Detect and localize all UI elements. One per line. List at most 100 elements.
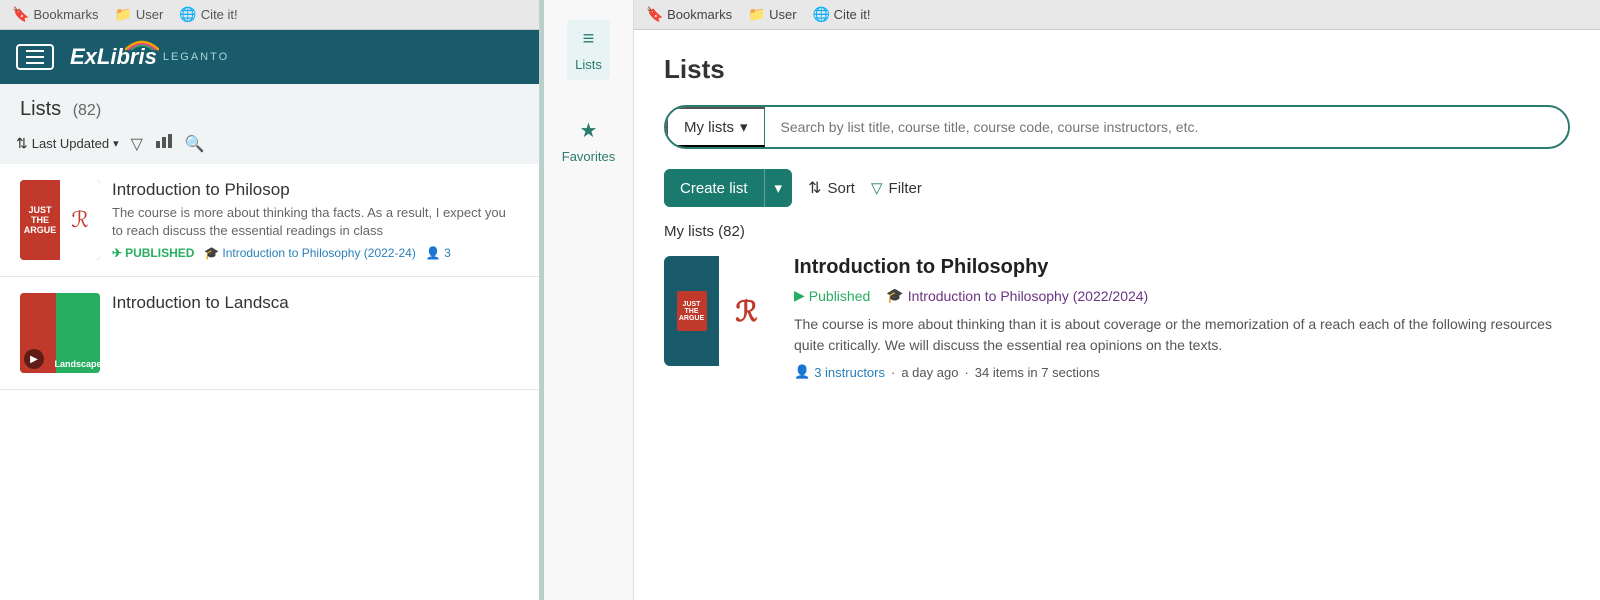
item-title-1: Introduction to Philosop (112, 180, 519, 200)
favorites-nav-icon: ★ (580, 118, 598, 143)
search-input[interactable] (765, 119, 1568, 135)
thumb-symbol: ℛ (71, 207, 89, 233)
list-item-2[interactable]: Landscape ▶ Introduction to Landsca (0, 277, 539, 390)
bookmark-icon-right: 🔖 (646, 6, 663, 22)
cite-left[interactable]: 🌐 Cite it! (179, 6, 237, 23)
my-lists-count-label: My lists (82) (664, 223, 1570, 240)
sort-chevron-icon: ▾ (113, 137, 119, 150)
meta-dot-1: · (891, 365, 895, 380)
globe-icon-right: 🌐 (813, 6, 830, 22)
item-content-2: Introduction to Landsca (112, 293, 519, 373)
filter-button-left[interactable]: ▽ (131, 134, 143, 154)
card-time: a day ago (901, 365, 958, 380)
item-meta-1: ✈ PUBLISHED 🎓 Introduction to Philosophy… (112, 246, 519, 260)
search-button-left[interactable]: 🔍 (185, 134, 205, 154)
instructors-icon: 👤 (794, 364, 810, 380)
left-lists-count: (82) (73, 102, 101, 119)
panel-divider (540, 0, 544, 600)
item-content-1: Introduction to Philosop The course is m… (112, 180, 519, 260)
graduation-icon-right: 🎓 (886, 287, 903, 304)
left-header: Ex Libris LEGANTO (0, 30, 539, 84)
bookmarks-label-left: Bookmarks (33, 7, 98, 22)
logo-ex: Ex (70, 44, 97, 70)
hamburger-line-3 (26, 62, 44, 64)
create-list-button[interactable]: Create list ▾ (664, 169, 792, 207)
users-badge-1: 👤 3 (426, 246, 451, 260)
cite-right[interactable]: 🌐 Cite it! (813, 6, 871, 23)
card-title: Introduction to Philosophy (794, 256, 1570, 279)
left-list-items: JUST THE ARGUE ℛ Introduction to Philoso… (0, 164, 539, 600)
thumb-text: JUST THE ARGUE (20, 203, 60, 237)
bookmarks-label-right: Bookmarks (667, 7, 732, 22)
page-title: Lists (664, 54, 1570, 85)
card-thumb-inner: JUST THE ARGUE ℛ (664, 256, 774, 366)
users-icon-1: 👤 (426, 246, 441, 260)
card-thumb-left: JUST THE ARGUE (664, 256, 719, 366)
sort-arrows-icon: ⇅ (16, 135, 28, 152)
meta-dot-2: · (964, 365, 968, 380)
filter-funnel-icon: ▽ (871, 179, 883, 197)
create-list-label: Create list (664, 170, 764, 207)
action-row: Create list ▾ ⇅ Sort ▽ Filter (664, 169, 1570, 207)
sort-button-left[interactable]: ⇅ Last Updated ▾ (16, 135, 119, 152)
user-icon-left: 📁 (114, 6, 131, 23)
hamburger-button[interactable] (16, 44, 54, 70)
bookmarks-right[interactable]: 🔖 Bookmarks (646, 6, 732, 23)
published-icon: ✈ (112, 246, 122, 260)
published-badge-right: ▶ Published (794, 287, 870, 304)
hamburger-line-2 (26, 56, 44, 58)
list-card: JUST THE ARGUE ℛ Introduction to Philoso… (664, 256, 1570, 396)
instructors-count[interactable]: 👤 3 instructors (794, 364, 885, 380)
course-name-1: Introduction to Philosophy (2022-24) (222, 246, 415, 260)
user-label-right: User (769, 7, 796, 22)
nav-item-lists[interactable]: ≡ Lists (567, 20, 610, 80)
bookmarks-left[interactable]: 🔖 Bookmarks (12, 6, 98, 23)
published-label-right: Published (809, 288, 871, 304)
course-name-right: Introduction to Philosophy (2022/2024) (908, 288, 1149, 304)
left-lists-title: Lists (20, 98, 61, 120)
dropdown-chevron-icon: ▾ (740, 118, 748, 136)
globe-icon-left: 🌐 (179, 6, 196, 23)
course-link-1[interactable]: 🎓 Introduction to Philosophy (2022-24) (204, 246, 415, 260)
right-panel: 🔖 Bookmarks 📁 User 🌐 Cite it! Lists My l… (634, 0, 1600, 600)
thumb-land-text: Landscape (54, 359, 100, 369)
published-arrow-icon: ▶ (794, 287, 805, 304)
logo-rainbow-arc (125, 38, 159, 52)
user-left[interactable]: 📁 User (114, 6, 163, 23)
phil-symbol: ℛ (735, 295, 757, 328)
item-title-2: Introduction to Landsca (112, 293, 519, 313)
user-icon-right: 📁 (748, 6, 765, 22)
card-book-cover: JUST THE ARGUE (677, 291, 707, 331)
published-badge-1: ✈ PUBLISHED (112, 246, 194, 260)
instructors-label: 3 instructors (814, 365, 885, 380)
hamburger-line-1 (26, 50, 44, 52)
course-badge-right[interactable]: 🎓 Introduction to Philosophy (2022/2024) (886, 287, 1148, 304)
my-lists-dropdown[interactable]: My lists ▾ (666, 107, 765, 147)
lists-nav-icon: ≡ (583, 28, 595, 51)
cite-label-right: Cite it! (834, 7, 871, 22)
card-items-count: 34 items in 7 sections (975, 365, 1100, 380)
filter-label-right: Filter (889, 180, 922, 197)
published-label-1: PUBLISHED (125, 246, 194, 260)
user-label-left: User (136, 7, 163, 22)
card-thumbnail: JUST THE ARGUE ℛ (664, 256, 774, 366)
create-list-chevron-icon[interactable]: ▾ (764, 169, 793, 207)
filter-button-right[interactable]: ▽ Filter (871, 179, 922, 197)
right-content: Lists My lists ▾ Create list ▾ ⇅ Sort ▽ … (634, 30, 1600, 600)
my-lists-dropdown-label: My lists (684, 119, 734, 136)
chart-button-left[interactable] (155, 133, 173, 154)
item-thumbnail-1: JUST THE ARGUE ℛ (20, 180, 100, 260)
item-desc-1: The course is more about thinking tha fa… (112, 204, 519, 240)
left-sort-bar: ⇅ Last Updated ▾ ▽ 🔍 (0, 127, 539, 164)
card-meta: 👤 3 instructors · a day ago · 34 items i… (794, 364, 1570, 380)
cite-label-left: Cite it! (201, 7, 238, 22)
nav-item-favorites[interactable]: ★ Favorites (554, 110, 623, 172)
list-item[interactable]: JUST THE ARGUE ℛ Introduction to Philoso… (0, 164, 539, 277)
sort-button-right[interactable]: ⇅ Sort (808, 178, 855, 198)
search-row: My lists ▾ (664, 105, 1570, 149)
sort-label-right: Sort (827, 180, 855, 197)
card-thumb-right: ℛ (719, 256, 774, 366)
sort-label-left: Last Updated (32, 136, 109, 151)
card-description: The course is more about thinking than i… (794, 314, 1570, 356)
user-right[interactable]: 📁 User (748, 6, 797, 23)
